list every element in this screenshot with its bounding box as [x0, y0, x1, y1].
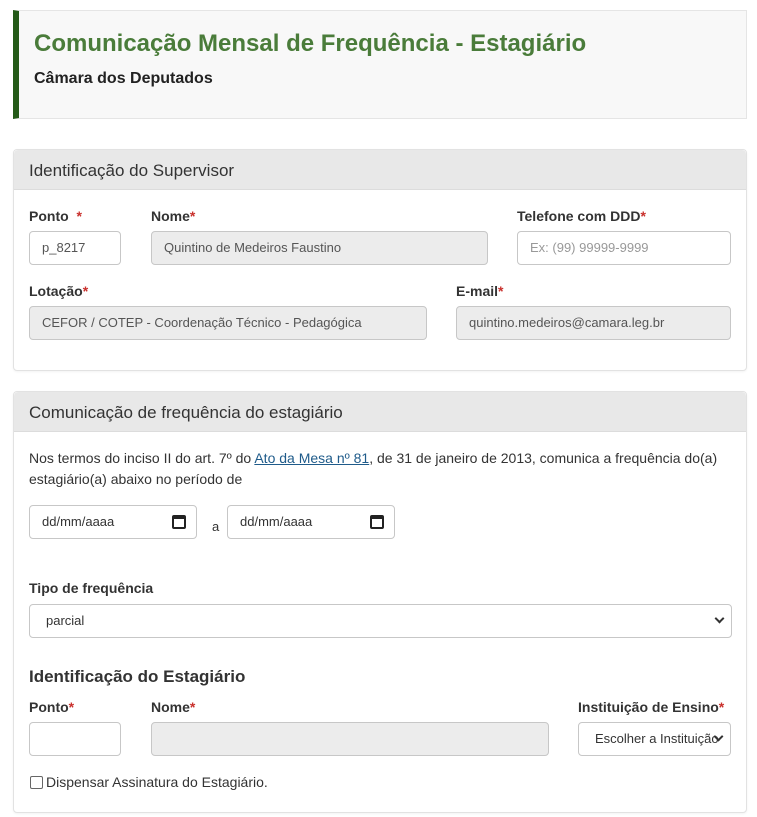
dispensar-assinatura-checkbox[interactable]: [30, 776, 43, 789]
frequencia-section-title: Comunicação de frequência do estagiário: [14, 392, 746, 432]
ato-da-mesa-link[interactable]: Ato da Mesa nº 81: [254, 450, 369, 466]
email-field[interactable]: quintino.medeiros@camara.leg.br: [456, 306, 731, 340]
calendar-icon[interactable]: [370, 515, 384, 529]
date-end-input[interactable]: dd/mm/aaaa: [227, 505, 395, 539]
nome-label: Nome*: [151, 208, 196, 224]
lotacao-label: Lotação*: [29, 283, 89, 299]
est-nome-label: Nome*: [151, 699, 196, 715]
telefone-label: Telefone com DDD*: [517, 208, 646, 224]
est-nome-field[interactable]: [151, 722, 549, 756]
instituicao-select[interactable]: Escolher a Instituição: [578, 722, 731, 756]
dispensar-assinatura-label[interactable]: Dispensar Assinatura do Estagiário.: [46, 772, 268, 793]
email-label: E-mail*: [456, 283, 504, 299]
intro-text: Nos termos do inciso II do art. 7º do At…: [29, 450, 718, 487]
date-separator: a: [212, 519, 220, 534]
instituicao-label: Instituição de Ensino*: [578, 699, 725, 715]
supervisor-panel: Identificação do Supervisor Ponto * p_82…: [13, 149, 747, 371]
est-ponto-field[interactable]: [29, 722, 121, 756]
est-ponto-label: Ponto*: [29, 699, 75, 715]
supervisor-section-title: Identificação do Supervisor: [14, 150, 746, 190]
tipo-frequencia-select[interactable]: parcial: [29, 604, 732, 638]
nome-field[interactable]: Quintino de Medeiros Faustino: [151, 231, 488, 265]
ponto-field[interactable]: p_8217: [29, 231, 121, 265]
date-start-input[interactable]: dd/mm/aaaa: [29, 505, 197, 539]
tipo-frequencia-label: Tipo de frequência: [29, 580, 154, 596]
lotacao-field[interactable]: CEFOR / COTEP - Coordenação Técnico - Pe…: [29, 306, 427, 340]
estagiario-heading: Identificação do Estagiário: [29, 667, 246, 686]
page-title: Comunicação Mensal de Frequência - Estag…: [34, 30, 587, 57]
frequencia-panel: Comunicação de frequência do estagiário …: [13, 391, 747, 813]
chevron-down-icon: [714, 613, 725, 624]
page-header: Comunicação Mensal de Frequência - Estag…: [13, 10, 747, 119]
ponto-label: Ponto *: [29, 208, 82, 224]
page-subtitle: Câmara dos Deputados: [34, 70, 213, 87]
calendar-icon[interactable]: [172, 515, 186, 529]
telefone-field[interactable]: Ex: (99) 99999-9999: [517, 231, 731, 265]
